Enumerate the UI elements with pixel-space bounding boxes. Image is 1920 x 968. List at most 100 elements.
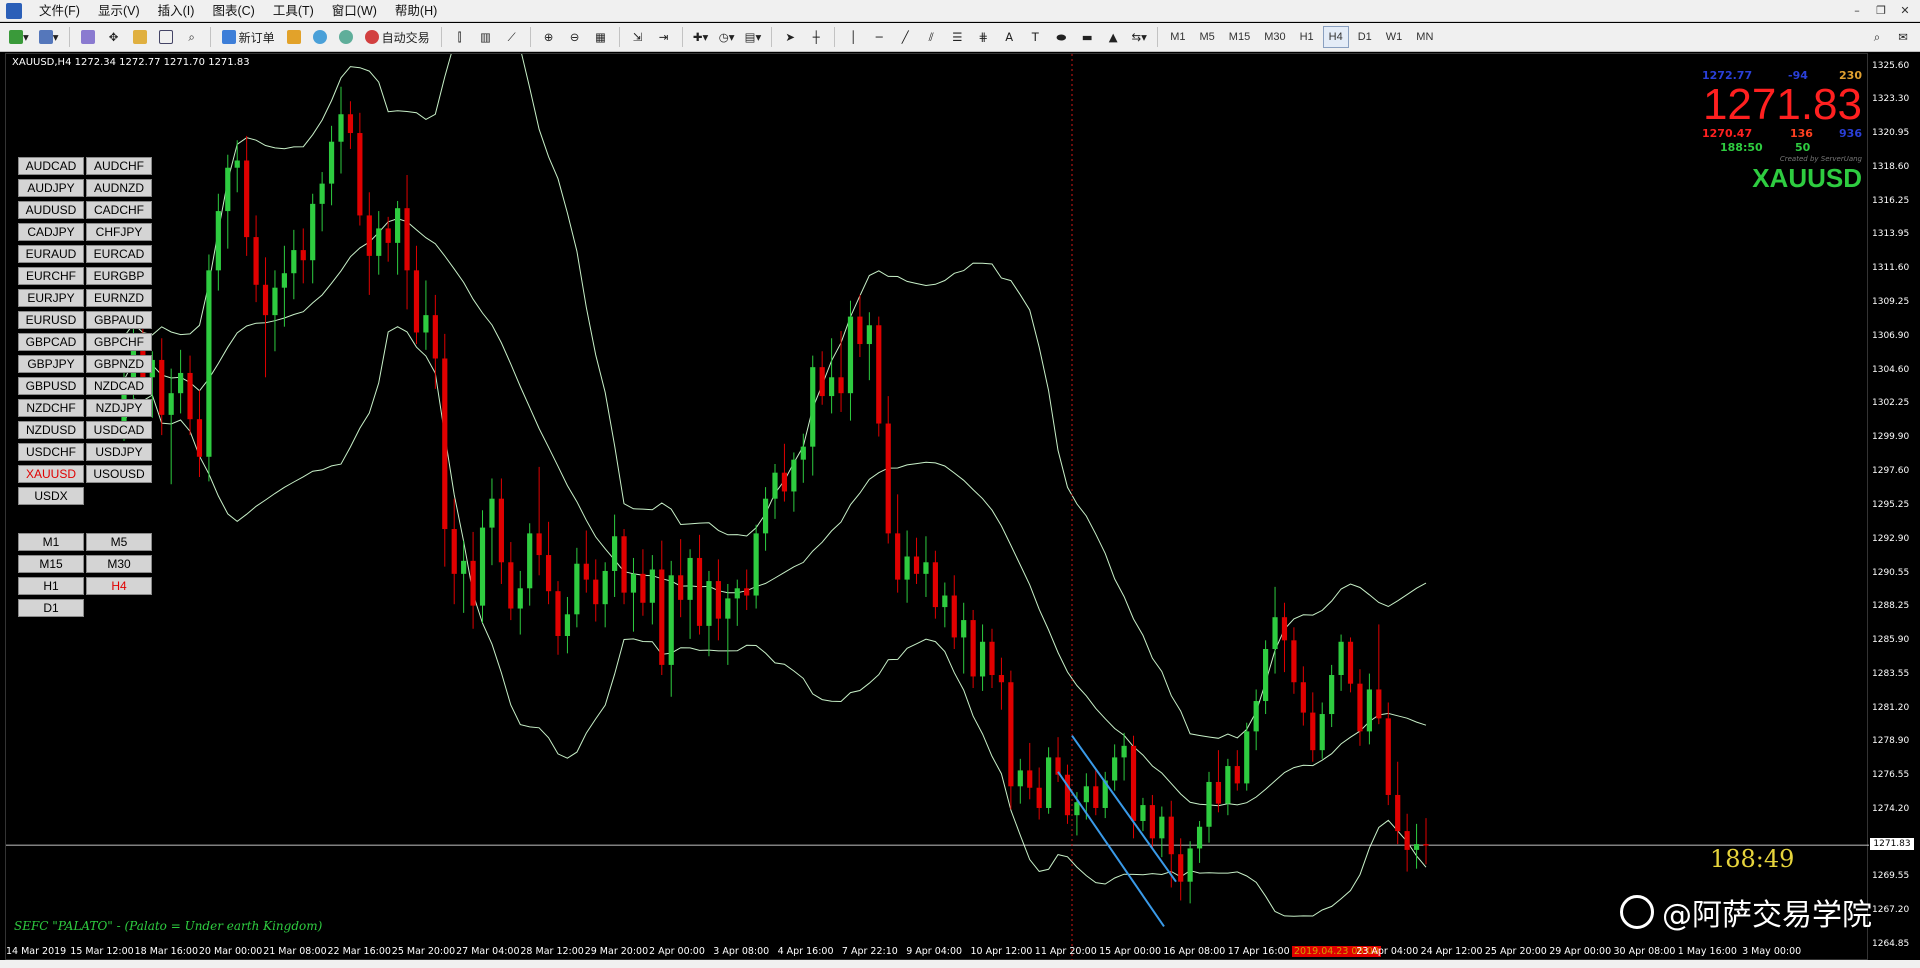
rectangle-icon[interactable]: ▬ (1076, 26, 1098, 48)
timeframe-mn[interactable]: MN (1411, 26, 1438, 48)
vertical-line-icon[interactable]: │ (842, 26, 864, 48)
gann-icon[interactable]: ⋕ (972, 26, 994, 48)
andrews-pitchfork-icon[interactable]: ⫽ (920, 26, 942, 48)
fibonacci-icon[interactable]: ☰ (946, 26, 968, 48)
auto-trading-button[interactable]: 自动交易 (361, 26, 434, 48)
timeframe-button-m5[interactable]: M5 (86, 533, 152, 551)
symbol-button-usdchf[interactable]: USDCHF (18, 443, 84, 461)
symbol-button-gbpusd[interactable]: GBPUSD (18, 377, 84, 395)
candlestick-icon[interactable]: ▥ (475, 26, 497, 48)
price-axis-label: 1267.20 (1872, 905, 1910, 916)
line-chart-icon[interactable]: ⟋ (501, 26, 523, 48)
symbol-button-audjpy[interactable]: AUDJPY (18, 179, 84, 197)
symbol-button-eurchf[interactable]: EURCHF (18, 267, 84, 285)
symbol-button-gbpcad[interactable]: GBPCAD (18, 333, 84, 351)
symbol-button-xauusd[interactable]: XAUUSD (18, 465, 84, 483)
timeframe-m1[interactable]: M1 (1165, 26, 1190, 48)
text-label-icon[interactable]: T (1024, 26, 1046, 48)
menu-window[interactable]: 窗口(W) (323, 0, 386, 22)
symbol-button-gbpaud[interactable]: GBPAUD (86, 311, 152, 329)
symbol-button-audnzd[interactable]: AUDNZD (86, 179, 152, 197)
symbol-button-gbpjpy[interactable]: GBPJPY (18, 355, 84, 373)
symbol-button-euraud[interactable]: EURAUD (18, 245, 84, 263)
timeframe-m5[interactable]: M5 (1195, 26, 1220, 48)
symbol-button-usdx[interactable]: USDX (18, 487, 84, 505)
search-icon[interactable]: ⌕ (1866, 26, 1888, 48)
templates-icon[interactable]: ▤▾ (742, 26, 765, 48)
menu-view[interactable]: 显示(V) (89, 0, 149, 22)
timeframe-button-d1[interactable]: D1 (18, 599, 84, 617)
zoom-in-icon[interactable]: ⊕ (538, 26, 560, 48)
new-chart-icon[interactable]: ▾ (6, 26, 32, 48)
terminal-icon[interactable] (155, 26, 177, 48)
timeframe-h1[interactable]: H1 (1295, 26, 1319, 48)
cursor-icon[interactable]: ➤ (779, 26, 801, 48)
arrows-icon[interactable]: ⇆▾ (1128, 26, 1150, 48)
data-window-icon[interactable]: ✥ (103, 26, 125, 48)
symbol-button-gbpchf[interactable]: GBPCHF (86, 333, 152, 351)
symbol-button-nzdusd[interactable]: NZDUSD (18, 421, 84, 439)
zoom-out-icon[interactable]: ⊖ (564, 26, 586, 48)
timeframe-d1[interactable]: D1 (1353, 26, 1377, 48)
menu-file[interactable]: 文件(F) (30, 0, 89, 22)
symbol-button-eurgbp[interactable]: EURGBP (86, 267, 152, 285)
signals-icon[interactable] (309, 26, 331, 48)
close-icon[interactable]: ✕ (1894, 2, 1916, 20)
profiles-icon[interactable]: ▾ (36, 26, 62, 48)
minimize-icon[interactable]: – (1846, 2, 1868, 20)
symbol-button-audcad[interactable]: AUDCAD (18, 157, 84, 175)
menu-help[interactable]: 帮助(H) (386, 0, 446, 22)
market-icon[interactable] (335, 26, 357, 48)
menu-tools[interactable]: 工具(T) (264, 0, 323, 22)
strategy-tester-icon[interactable]: ⌕ (181, 26, 203, 48)
symbol-button-nzdjpy[interactable]: NZDJPY (86, 399, 152, 417)
symbol-button-gbpnzd[interactable]: GBPNZD (86, 355, 152, 373)
symbol-button-cadchf[interactable]: CADCHF (86, 201, 152, 219)
timeframe-m30[interactable]: M30 (1259, 26, 1290, 48)
candle-body (923, 562, 929, 574)
restore-icon[interactable]: ❐ (1870, 2, 1892, 20)
timeframe-m15[interactable]: M15 (1224, 26, 1255, 48)
navigator-icon[interactable] (129, 26, 151, 48)
timeframe-button-h1[interactable]: H1 (18, 577, 84, 595)
timeframe-h4[interactable]: H4 (1322, 26, 1349, 48)
text-icon[interactable]: A (998, 26, 1020, 48)
indicators-icon[interactable]: ✚▾ (690, 26, 712, 48)
symbol-button-chfjpy[interactable]: CHFJPY (86, 223, 152, 241)
chat-icon[interactable]: ✉ (1892, 26, 1914, 48)
periods-icon[interactable]: ◷▾ (716, 26, 738, 48)
new-order-button[interactable]: 新订单 (218, 26, 279, 48)
symbol-button-eurcad[interactable]: EURCAD (86, 245, 152, 263)
symbol-button-audchf[interactable]: AUDCHF (86, 157, 152, 175)
symbol-button-eurusd[interactable]: EURUSD (18, 311, 84, 329)
tile-windows-icon[interactable]: ▦ (590, 26, 612, 48)
ellipse-icon[interactable]: ⬬ (1050, 26, 1072, 48)
market-watch-icon[interactable] (77, 26, 99, 48)
timeframe-button-m1[interactable]: M1 (18, 533, 84, 551)
triangle-icon[interactable]: ▲ (1102, 26, 1124, 48)
timeframe-w1[interactable]: W1 (1381, 26, 1408, 48)
timeframe-button-m30[interactable]: M30 (86, 555, 152, 573)
chart-shift-icon[interactable]: ⇥ (653, 26, 675, 48)
chart-canvas[interactable] (6, 54, 1869, 961)
autoscroll-icon[interactable]: ⇲ (627, 26, 649, 48)
symbol-button-eurnzd[interactable]: EURNZD (86, 289, 152, 307)
metaeditor-icon[interactable] (283, 26, 305, 48)
price-chart[interactable]: XAUUSD,H4 1272.34 1272.77 1271.70 1271.8… (5, 53, 1869, 961)
symbol-button-nzdcad[interactable]: NZDCAD (86, 377, 152, 395)
symbol-button-cadjpy[interactable]: CADJPY (18, 223, 84, 241)
crosshair-icon[interactable]: ┼ (805, 26, 827, 48)
symbol-button-usdjpy[interactable]: USDJPY (86, 443, 152, 461)
bar-chart-icon[interactable]: ⫿ (449, 26, 471, 48)
symbol-button-nzdchf[interactable]: NZDCHF (18, 399, 84, 417)
timeframe-button-h4[interactable]: H4 (86, 577, 152, 595)
symbol-button-eurjpy[interactable]: EURJPY (18, 289, 84, 307)
timeframe-button-m15[interactable]: M15 (18, 555, 84, 573)
symbol-button-usousd[interactable]: USOUSD (86, 465, 152, 483)
symbol-button-audusd[interactable]: AUDUSD (18, 201, 84, 219)
menu-charts[interactable]: 图表(C) (203, 0, 263, 22)
menu-insert[interactable]: 插入(I) (149, 0, 204, 22)
symbol-button-usdcad[interactable]: USDCAD (86, 421, 152, 439)
horizontal-line-icon[interactable]: ─ (868, 26, 890, 48)
trendline-icon[interactable]: ╱ (894, 26, 916, 48)
